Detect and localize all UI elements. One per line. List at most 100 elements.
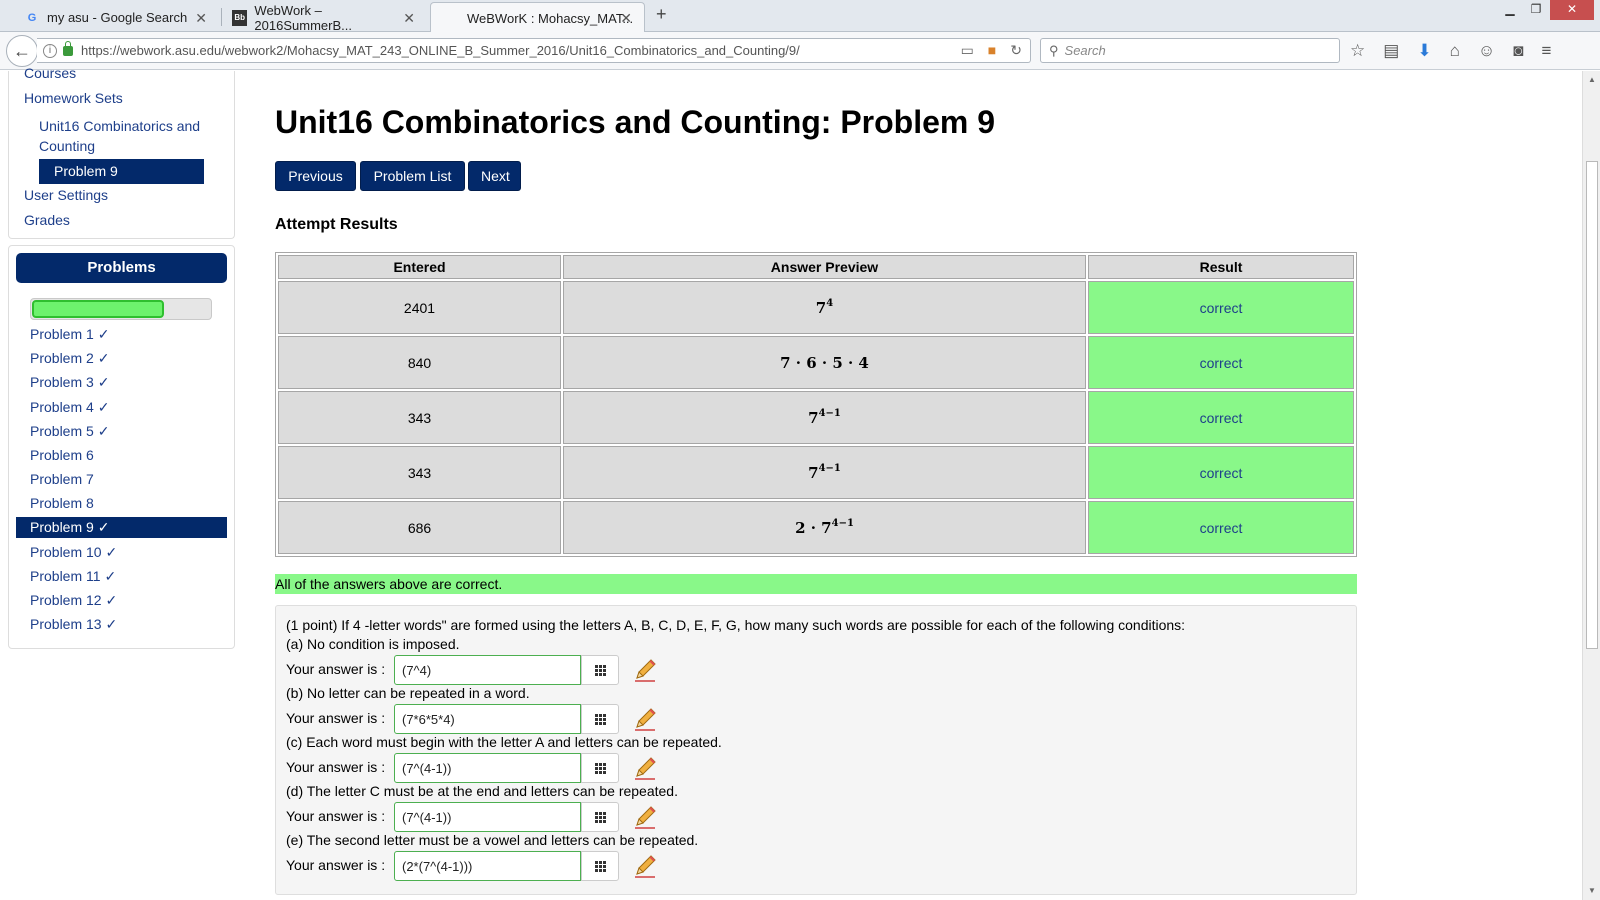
preview-exponent: 4−1 [831,518,854,529]
reader-view-icon[interactable]: ▭ [961,42,974,59]
bookmarks-list-icon[interactable]: ▤ [1383,41,1399,61]
problem-list-item[interactable]: Problem 5 ✓ [16,419,227,443]
problem-list: Problem 1 ✓ Problem 2 ✓ Problem 3 ✓ Problem… [16,322,227,636]
pencil-icon[interactable] [632,755,658,781]
equation-editor-button[interactable] [581,655,619,685]
preview-base: 2 · 7 [795,519,832,537]
answer-row: Your answer is : [286,753,666,783]
table-row: 343 74−1 correct [278,446,1354,499]
result-cell: correct [1088,336,1354,389]
answer-input[interactable] [394,753,581,783]
chat-icon[interactable]: ☺ [1478,41,1495,61]
pencil-icon[interactable] [632,804,658,830]
part-label: (d) The letter C must be at the end and … [286,783,678,799]
nav-grades-link[interactable]: Grades [24,212,70,228]
equation-editor-button[interactable] [581,753,619,783]
nav-current-problem[interactable]: Problem 9 [39,159,204,184]
problem-list-item[interactable]: Problem 13 ✓ [16,612,227,636]
page-scrollbar[interactable]: ▲ ▼ [1582,71,1600,900]
part-label: (c) Each word must begin with the letter… [286,734,722,750]
grid-icon [594,860,606,872]
problem-list-item[interactable]: Problem 3 ✓ [16,370,227,394]
nav-unit-link[interactable]: Unit16 Combinatorics and Counting [39,116,209,156]
tab-webwork-active[interactable]: WeBWorK : Mohacsy_MAT... ✕ [430,2,645,33]
answer-input[interactable] [394,851,581,881]
scroll-up-icon[interactable]: ▲ [1588,75,1596,84]
previous-button[interactable]: Previous [275,161,356,191]
equation-editor-button[interactable] [581,851,619,881]
scroll-thumb[interactable] [1586,161,1598,649]
problem-list-item[interactable]: Problem 1 ✓ [16,322,227,346]
reload-icon[interactable]: ↻ [1010,42,1022,59]
nav-homework-sets-link[interactable]: Homework Sets [24,90,123,106]
answer-row: Your answer is : [286,655,666,685]
answer-row: Your answer is : [286,851,666,881]
header-answer-preview: Answer Preview [563,255,1086,279]
problem-list-item[interactable]: Problem 6 [16,443,227,467]
tab-title: WeBWorK : Mohacsy_MAT... [467,10,634,26]
url-bar[interactable]: i https://webwork.asu.edu/webwork2/Mohac… [37,38,1031,63]
tab-close-icon[interactable]: ✕ [403,10,415,27]
next-button[interactable]: Next [468,161,521,191]
site-navigation: Courses Homework Sets Unit16 Combinatori… [8,65,235,239]
nav-courses-link[interactable]: Courses [24,65,76,81]
problem-list-item[interactable]: Problem 11 ✓ [16,564,227,588]
bookmark-star-icon[interactable]: ☆ [1350,41,1365,61]
new-tab-icon[interactable]: + [656,4,667,25]
problem-list-item[interactable]: Problem 2 ✓ [16,346,227,370]
part-label: (e) The second letter must be a vowel an… [286,832,699,848]
extension-icon[interactable]: ■ [988,42,996,59]
grid-icon [594,664,606,676]
problem-list-item[interactable]: Problem 4 ✓ [16,395,227,419]
tab-close-icon[interactable]: ✕ [195,10,207,27]
pocket-icon[interactable]: ◙ [1513,41,1523,61]
problems-panel: Problems Problem 1 ✓ Problem 2 ✓ Problem 3… [8,245,235,649]
preview-base: 7 [808,464,819,482]
tab-google-search[interactable]: G my asu - Google Search ✕ [14,3,219,32]
home-icon[interactable]: ⌂ [1450,41,1460,61]
search-icon: ⚲ [1049,42,1059,58]
nav-user-settings-link[interactable]: User Settings [24,187,108,203]
equation-editor-button[interactable] [581,704,619,734]
result-cell: correct [1088,446,1354,499]
back-arrow-icon[interactable]: ← [6,35,38,67]
answer-preview-cell: 74 [563,281,1086,334]
problem-list-item[interactable]: Problem 10 ✓ [16,540,227,564]
url-text[interactable]: https://webwork.asu.edu/webwork2/Mohacsy… [81,43,800,58]
equation-editor-button[interactable] [581,802,619,832]
browser-toolbar: ☆ ▤ ⬇ ⌂ ☺ ◙ ≡ [1350,41,1551,61]
answer-input[interactable] [394,704,581,734]
table-row: 2401 74 correct [278,281,1354,334]
entered-cell: 343 [278,391,561,444]
problem-list-item[interactable]: Problem 8 [16,491,227,515]
scroll-down-icon[interactable]: ▼ [1588,886,1596,895]
answer-label: Your answer is : [286,808,386,824]
problem-statement: (1 point) If 4 -letter words" are formed… [286,617,1186,633]
downloads-icon[interactable]: ⬇ [1417,41,1431,61]
problem-list-item[interactable]: Problem 7 [16,467,227,491]
info-icon[interactable]: i [43,43,57,58]
pencil-icon[interactable] [632,706,658,732]
pencil-icon[interactable] [632,853,658,879]
answer-input[interactable] [394,655,581,685]
problem-list-item[interactable]: Problem 12 ✓ [16,588,227,612]
window-close-icon[interactable]: ✕ [1550,0,1594,20]
menu-icon[interactable]: ≡ [1541,41,1551,61]
pencil-icon[interactable] [632,657,658,683]
problem-list-item[interactable]: Problem 9 ✓ [16,516,227,538]
table-row: 686 2 · 74−1 correct [278,501,1354,554]
table-header-row: Entered Answer Preview Result [278,255,1354,279]
page-title: Unit16 Combinatorics and Counting: Probl… [275,104,996,140]
minimize-icon[interactable]: ▁ [1497,0,1523,20]
answer-input[interactable] [394,802,581,832]
tab-close-icon[interactable]: ✕ [620,10,632,27]
search-bar[interactable]: ⚲ Search [1040,38,1340,63]
entered-cell: 343 [278,446,561,499]
answer-preview-cell: 74−1 [563,446,1086,499]
problem-box: (1 point) If 4 -letter words" are formed… [275,605,1357,895]
preview-base: 7 [815,299,827,317]
problem-list-button[interactable]: Problem List [360,161,465,191]
restore-icon[interactable]: ❐ [1523,0,1549,20]
preview-base: 7 [808,409,819,427]
tab-webwork-blackboard[interactable]: Bb WebWork – 2016SummerB... ✕ [222,3,427,33]
